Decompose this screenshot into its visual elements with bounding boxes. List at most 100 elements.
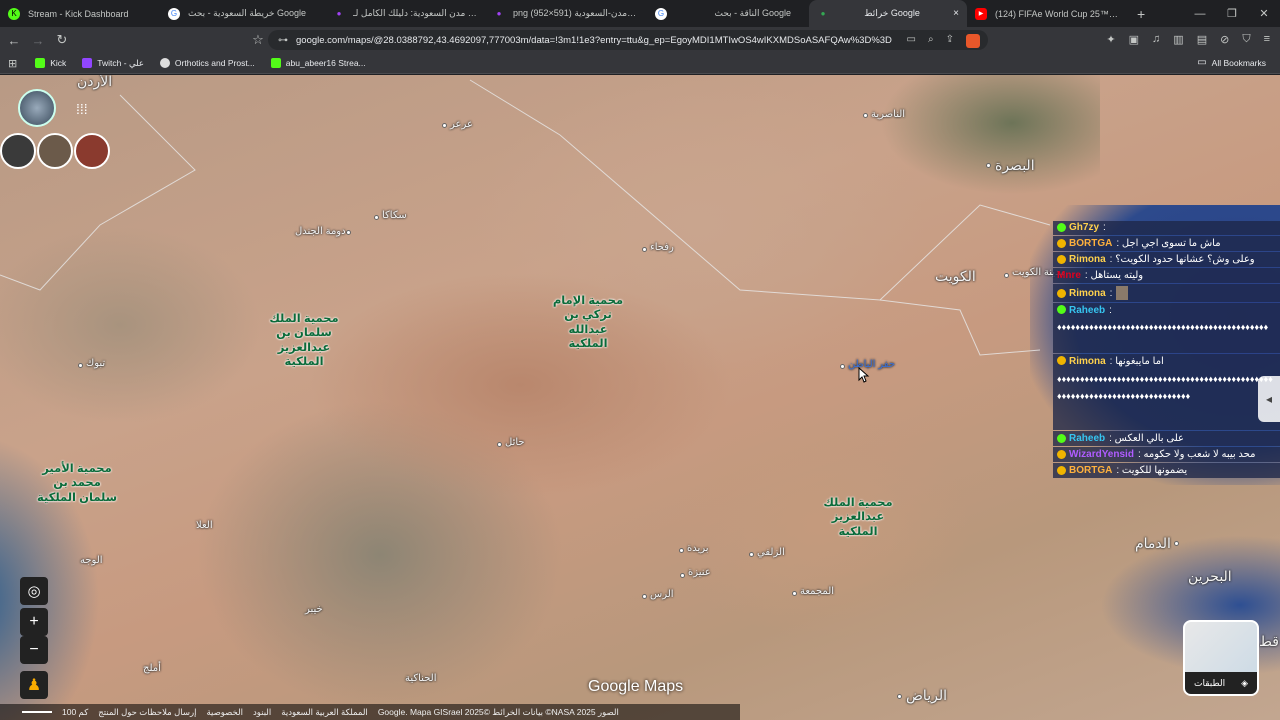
- minimize-button[interactable]: —: [1184, 8, 1216, 20]
- address-bar[interactable]: ⊶ google.com/maps/@28.0388792,43.4692097…: [268, 30, 988, 50]
- youtube-icon: ▶: [975, 7, 987, 20]
- send-feedback-link[interactable]: إرسال ملاحظات حول المنتج: [98, 707, 196, 718]
- sidebar-icon[interactable]: ▥: [1173, 33, 1183, 46]
- apps-grid-icon[interactable]: ⊞: [8, 57, 17, 70]
- badge-icon: [1057, 356, 1066, 365]
- my-location-button[interactable]: ◎: [20, 577, 48, 605]
- zoom-in-button[interactable]: +: [20, 608, 48, 636]
- map-label-rafha[interactable]: رفحاء: [650, 242, 674, 253]
- map-label-dumat-al-jandal[interactable]: دومة الجندل: [295, 226, 346, 237]
- chat-username: Mnre: [1057, 270, 1081, 281]
- chat-message: Rimona اما مايبغونها : ♦♦♦♦♦♦♦♦♦♦♦♦♦♦♦♦♦…: [1053, 354, 1280, 430]
- tab-kick-dashboard[interactable]: K Stream - Kick Dashboard: [0, 0, 160, 27]
- city-dot: [642, 594, 647, 599]
- street-view-pegman-button[interactable]: ♟: [20, 671, 48, 699]
- new-tab-button[interactable]: +: [1127, 6, 1155, 22]
- scale-label[interactable]: 100 كم: [62, 707, 88, 718]
- chat-username: BORTGA: [1069, 238, 1113, 249]
- map-label-imam-turki-reserve[interactable]: محمية الإمام تركي بن عبدالله الملكية: [550, 294, 626, 352]
- tab-saudi-cities-png[interactable]: ● png (952×591) خريطة-مدن-السعودية: [485, 0, 647, 27]
- map-label-tabuk[interactable]: تبوك: [86, 358, 105, 369]
- media-icon[interactable]: ♫: [1152, 33, 1160, 46]
- forward-button[interactable]: →: [28, 33, 48, 48]
- zoom-icon[interactable]: ⌕: [928, 34, 934, 48]
- share-icon[interactable]: ⇪: [946, 34, 954, 48]
- google-apps-icon[interactable]: ⁞⁞⁞: [76, 101, 88, 117]
- menu-icon[interactable]: ≡: [1264, 33, 1270, 46]
- bookmark-twitch[interactable]: Twitch - علي: [82, 58, 144, 69]
- map-label-bahrain[interactable]: البحرين: [1188, 568, 1232, 585]
- bookmark-kick[interactable]: Kick: [35, 58, 66, 68]
- bookmark-orthotics[interactable]: Orthotics and Prost...: [159, 58, 255, 68]
- url-text[interactable]: google.com/maps/@28.0388792,43.4692097,7…: [296, 35, 892, 46]
- crosshair-icon: ◎: [27, 583, 41, 600]
- badge-icon: [1057, 305, 1066, 314]
- map-label-sakaka[interactable]: سكاكا: [382, 210, 407, 221]
- map-label-umluj[interactable]: أملج: [143, 663, 161, 674]
- vpn-icon[interactable]: ⊘: [1220, 33, 1229, 46]
- map-label-khaybar[interactable]: خيبر: [305, 604, 323, 615]
- wallet-icon[interactable]: ▣: [1129, 33, 1139, 46]
- city-dot: [1174, 541, 1179, 546]
- site-info-icon[interactable]: ⊶: [278, 35, 288, 46]
- all-bookmarks-button[interactable]: ▭ All Bookmarks: [1197, 57, 1266, 68]
- map-label-hafar-al-batin[interactable]: حفر الباطن: [848, 359, 895, 370]
- map-label-hail[interactable]: حائل: [505, 437, 525, 448]
- streamer-avatar-1[interactable]: [0, 133, 36, 169]
- chat-text: وليته يستاهل :: [1084, 270, 1144, 281]
- map-label-riyadh[interactable]: الرياض: [906, 687, 947, 704]
- shield-icon[interactable]: ⛉: [1242, 33, 1250, 46]
- bookmark-label: Kick: [50, 58, 67, 68]
- city-dot: [680, 573, 685, 578]
- scale-bar[interactable]: [22, 711, 52, 713]
- zoom-out-button[interactable]: −: [20, 636, 48, 664]
- city-dot: [1004, 273, 1009, 278]
- map-label-arar[interactable]: عرعر: [450, 119, 473, 130]
- bookmark-star-icon[interactable]: ☆: [248, 32, 268, 48]
- map-label-az-zulfi[interactable]: الزلفي: [757, 547, 785, 558]
- tab-google-maps[interactable]: ● خرائط Google ×: [809, 0, 967, 27]
- map-label-unayzah[interactable]: عنيزة: [688, 567, 711, 578]
- map-label-king-abdulaziz-reserve[interactable]: محمية الملك عبدالعزيز الملكية: [822, 496, 894, 539]
- streamer-avatar-3[interactable]: [74, 133, 110, 169]
- tab-google-search-saudi-map[interactable]: G خريطة السعودية - بحث Google: [160, 0, 325, 27]
- map-label-al-ula[interactable]: العلا: [196, 520, 213, 531]
- city-dot: [78, 363, 83, 368]
- extensions-puzzle-icon[interactable]: ✦: [1106, 33, 1115, 46]
- collapse-side-panel-button[interactable]: ◂: [1258, 376, 1280, 422]
- omnibox-actions: ▭ ⌕ ⇪: [907, 34, 980, 48]
- region-link[interactable]: المملكة العربية السعودية: [281, 707, 368, 718]
- map-label-nasiriyah[interactable]: الناصرية: [871, 109, 905, 120]
- map-label-jordan[interactable]: الأردن: [77, 75, 112, 90]
- tab-saudi-cities-guide[interactable]: ● خريطة مدن السعودية: دليلك الكامل لـ: [325, 0, 485, 27]
- map-label-dammam[interactable]: الدمام: [1135, 535, 1171, 552]
- close-tab-icon[interactable]: ×: [947, 8, 959, 19]
- terms-link[interactable]: البنود: [253, 707, 271, 718]
- map-label-buraydah[interactable]: بريدة: [687, 543, 709, 554]
- layers-button[interactable]: الطبقات ◈: [1183, 620, 1259, 696]
- install-app-icon[interactable]: ▭: [907, 34, 916, 48]
- reload-button[interactable]: ↻: [52, 32, 72, 48]
- close-window-button[interactable]: ✕: [1248, 7, 1280, 20]
- emote-icon: [1116, 286, 1129, 300]
- map-label-al-hanakiyah[interactable]: الحناكية: [405, 673, 436, 684]
- map-label-king-salman-reserve[interactable]: محمية الملك سلمان بن عبدالعزيز الملكية: [268, 312, 340, 370]
- map-label-kuwait[interactable]: الكويت: [935, 268, 976, 285]
- map-label-al-majmaah[interactable]: المجمعة: [800, 586, 834, 597]
- wallet-card-icon[interactable]: ▤: [1197, 33, 1207, 46]
- brave-shields-icon[interactable]: [966, 34, 980, 48]
- map-label-al-wajh[interactable]: الوجه: [80, 555, 103, 566]
- back-button[interactable]: ←: [4, 33, 24, 48]
- chat-message: Rimona وعلى وش؟ عشانها حدود الكويت؟ :: [1053, 252, 1280, 267]
- map-label-basra[interactable]: البصرة: [995, 157, 1035, 174]
- privacy-link[interactable]: الخصوصية: [206, 707, 243, 718]
- tab-youtube-fifae[interactable]: ▶ (124) FIFAe World Cup 25™ ft. Rocke: [967, 0, 1127, 27]
- map-label-qatar[interactable]: قط: [1259, 633, 1279, 650]
- tab-google-search-camel[interactable]: G الناقة - بحث Google: [647, 0, 809, 27]
- maximize-button[interactable]: ❐: [1216, 7, 1248, 20]
- map-label-prince-mohammed-reserve[interactable]: محمية الأمير محمد بن سلمان الملكية: [34, 462, 120, 505]
- streamer-avatar-2[interactable]: [37, 133, 73, 169]
- map-label-ar-rass[interactable]: الرس: [650, 589, 674, 600]
- account-avatar[interactable]: [18, 89, 56, 127]
- bookmark-abu-abeer[interactable]: abu_abeer16 Strea...: [270, 58, 366, 68]
